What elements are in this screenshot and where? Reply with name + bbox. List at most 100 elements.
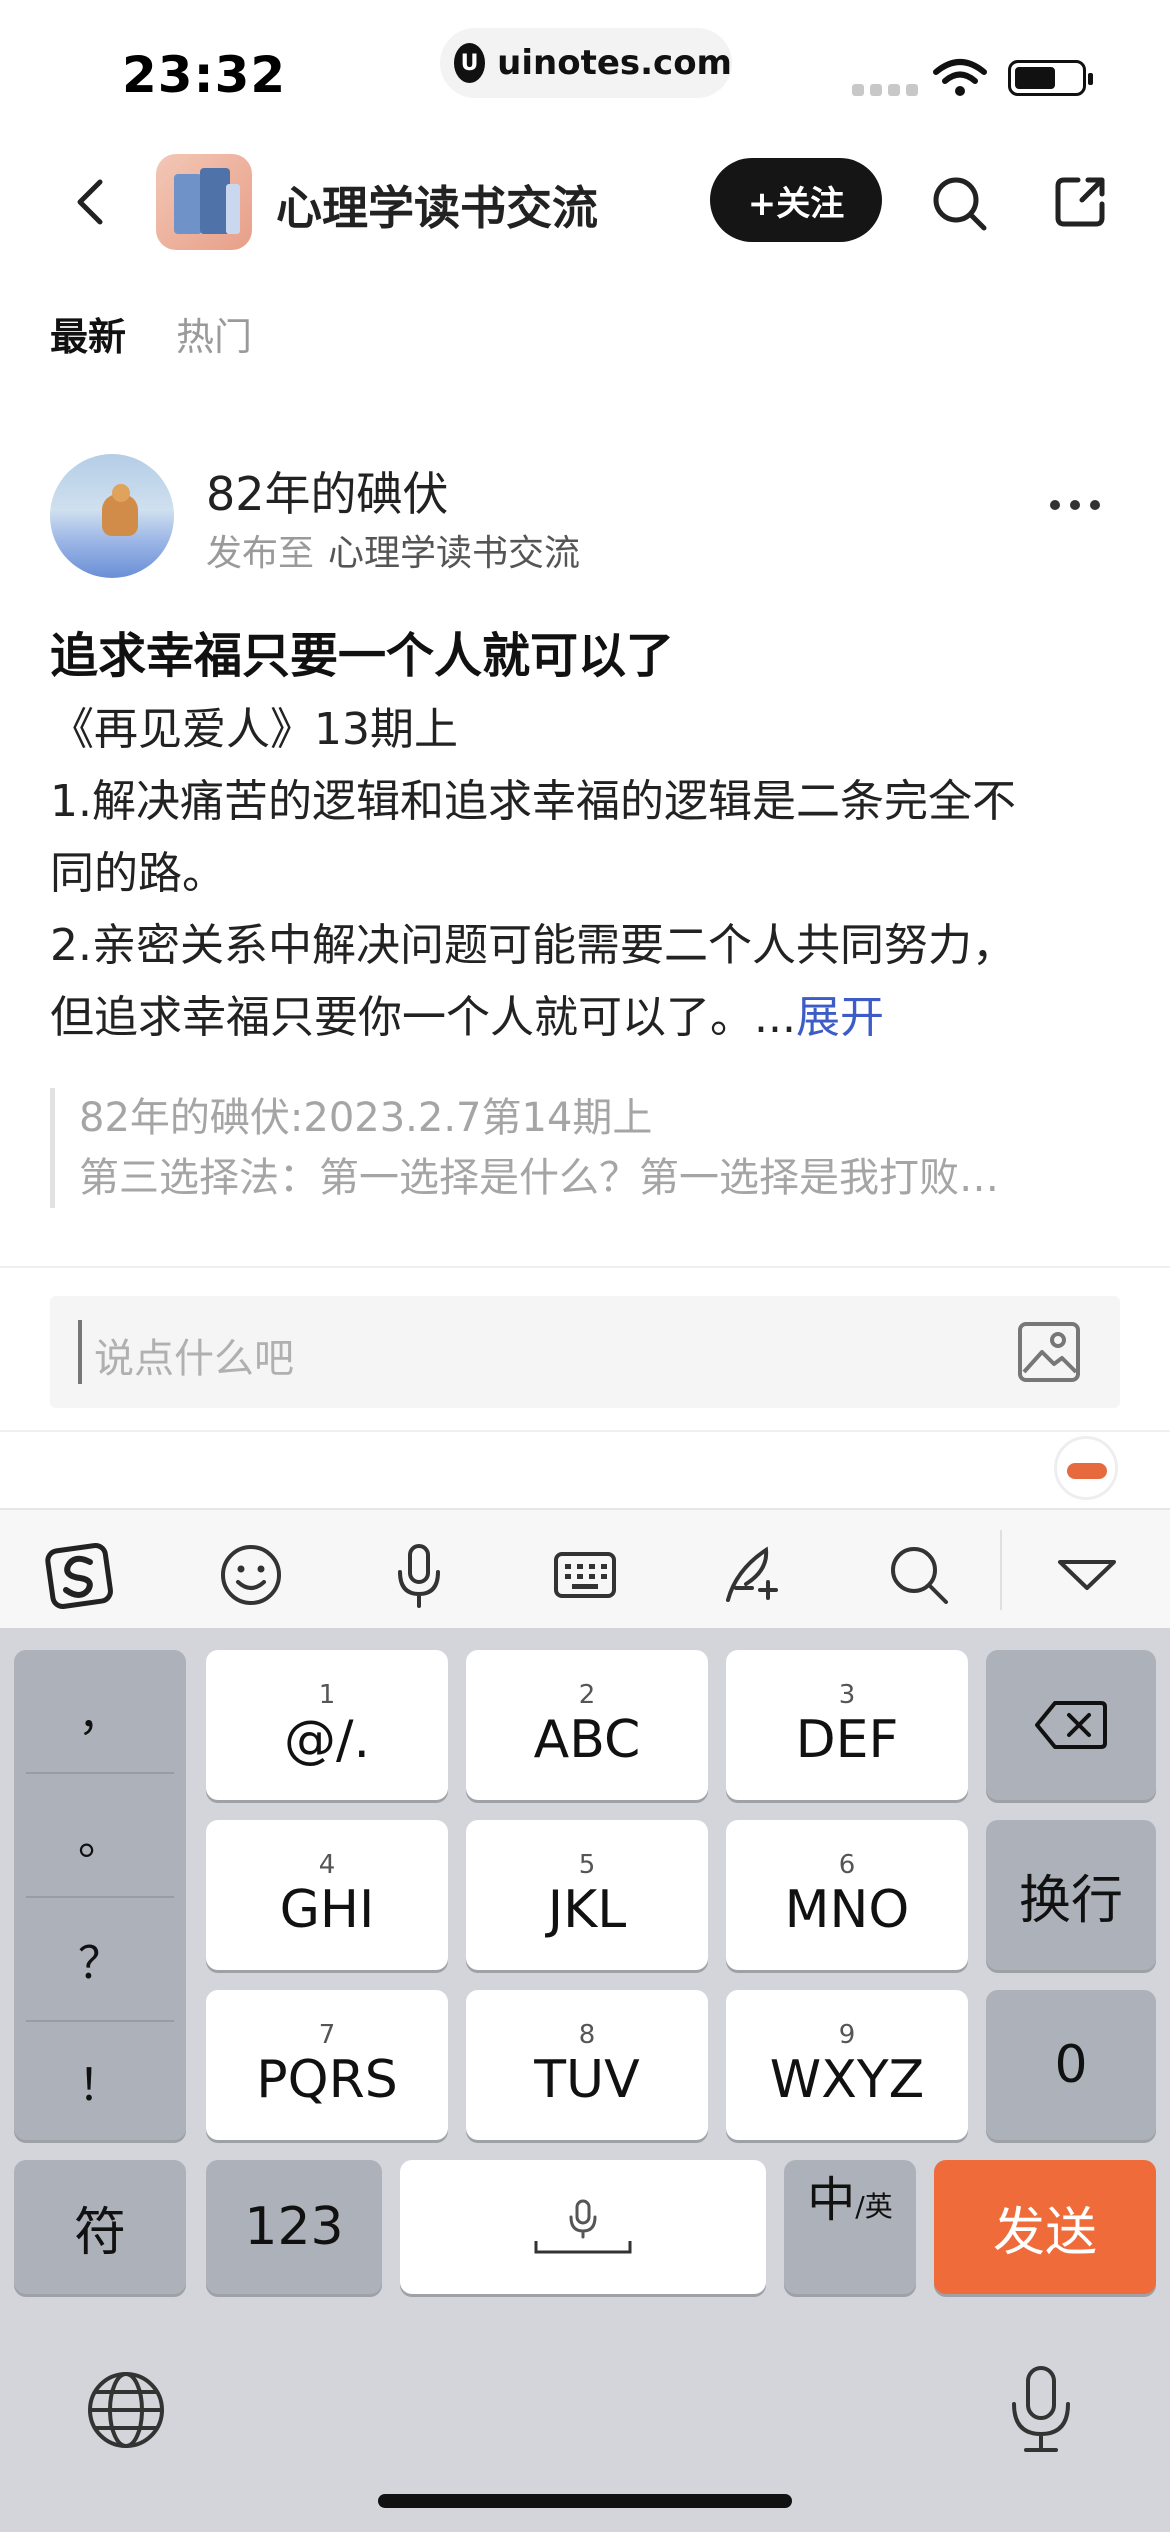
key-number: 3 bbox=[838, 1680, 856, 1710]
lang-main-label: 中 bbox=[807, 2172, 856, 2228]
punctuation-column: ， 。 ？ ！ bbox=[14, 1650, 186, 2140]
key-number: 2 bbox=[578, 1680, 596, 1710]
published-group[interactable]: 心理学读书交流 bbox=[328, 533, 580, 574]
keyboard-icon[interactable] bbox=[550, 1540, 620, 1610]
keyboard-toolbar bbox=[0, 1508, 1170, 1628]
tab-latest[interactable]: 最新 bbox=[50, 306, 126, 361]
key-5[interactable]: 5 JKL bbox=[466, 1820, 708, 1970]
url-pill[interactable]: U uinotes.com bbox=[440, 28, 732, 98]
mascot-icon[interactable] bbox=[1054, 1436, 1118, 1500]
group-title: 心理学读书交流 bbox=[276, 181, 598, 235]
follow-button[interactable]: +关注 bbox=[710, 158, 882, 242]
expand-link[interactable]: 展开 bbox=[796, 992, 884, 1043]
key-letters: MNO bbox=[784, 1880, 910, 1940]
search-icon[interactable] bbox=[930, 174, 990, 234]
send-label: 发送 bbox=[992, 2202, 1097, 2263]
key-letters: JKL bbox=[547, 1880, 627, 1940]
key-number: 4 bbox=[318, 1850, 336, 1880]
published-to: 发布至 心理学读书交流 bbox=[206, 524, 580, 576]
key-7[interactable]: 7 PQRS bbox=[206, 1990, 448, 2140]
sogou-logo-icon[interactable] bbox=[44, 1540, 114, 1610]
comment-placeholder: 说点什么吧 bbox=[94, 1336, 294, 1382]
microphone-icon[interactable] bbox=[384, 1540, 454, 1610]
key-letters: GHI bbox=[279, 1880, 375, 1940]
post-line: 2.亲密关系中解决问题可能需要二个人共同努力， bbox=[50, 920, 1016, 971]
key-number: 1 bbox=[318, 1680, 336, 1710]
published-prefix: 发布至 bbox=[206, 533, 315, 574]
space-key[interactable] bbox=[400, 2160, 766, 2294]
symbols-label: 符 bbox=[73, 2202, 126, 2263]
key-letters: TUV bbox=[534, 2050, 640, 2110]
quote-line: 第三选择法：第一选择是什么？第一选择是我打败… bbox=[79, 1155, 999, 1201]
post-line: 同的路。 bbox=[50, 848, 226, 899]
microphone-icon bbox=[569, 2199, 597, 2239]
text-caret bbox=[78, 1320, 82, 1384]
quote-line: 82年的碘伏:2023.2.7第14期上 bbox=[79, 1095, 653, 1141]
status-bar: 23:32 U uinotes.com bbox=[0, 0, 1170, 130]
author-avatar[interactable] bbox=[50, 454, 174, 578]
back-chevron-icon[interactable] bbox=[62, 172, 122, 232]
battery-icon bbox=[1008, 60, 1093, 96]
space-bar-icon bbox=[534, 2241, 632, 2254]
key-letters: PQRS bbox=[256, 2050, 398, 2110]
author-name[interactable]: 82年的碘伏 bbox=[206, 458, 449, 524]
return-key[interactable]: 换行 bbox=[986, 1820, 1156, 1970]
key-number: 8 bbox=[578, 2020, 596, 2050]
site-logo-icon: U bbox=[454, 43, 486, 83]
language-switch-key[interactable]: 中/英 bbox=[784, 2160, 916, 2294]
tab-hot[interactable]: 热门 bbox=[176, 306, 252, 361]
dictation-microphone-icon[interactable] bbox=[1006, 2364, 1076, 2454]
collapse-keyboard-icon[interactable] bbox=[1052, 1540, 1122, 1610]
numbers-label: 123 bbox=[244, 2197, 344, 2257]
post-body[interactable]: 《再见爱人》13期上 1.解决痛苦的逻辑和追求幸福的逻辑是二条完全不 同的路。 … bbox=[50, 694, 1130, 1054]
key-letters: WXYZ bbox=[769, 2050, 925, 2110]
signal-icon bbox=[852, 84, 918, 96]
symbols-key[interactable]: 符 bbox=[14, 2160, 186, 2294]
globe-icon[interactable] bbox=[84, 2368, 168, 2452]
wifi-icon bbox=[933, 59, 987, 96]
key-6[interactable]: 6 MNO bbox=[726, 1820, 968, 1970]
group-header: 心理学读书交流 +关注 bbox=[0, 150, 1170, 254]
post-title[interactable]: 追求幸福只要一个人就可以了 bbox=[50, 616, 674, 686]
toolbar-separator bbox=[1000, 1530, 1002, 1610]
key-period[interactable]: 。 bbox=[14, 1774, 186, 1896]
key-number: 6 bbox=[838, 1850, 856, 1880]
key-0[interactable]: 0 bbox=[986, 1990, 1156, 2140]
home-indicator bbox=[378, 2494, 792, 2508]
key-number: 5 bbox=[578, 1850, 596, 1880]
divider bbox=[0, 1266, 1170, 1268]
key-letters: 0 bbox=[1054, 2035, 1088, 2095]
key-letters: ABC bbox=[533, 1710, 641, 1770]
handwriting-icon[interactable] bbox=[716, 1540, 786, 1610]
key-question[interactable]: ？ bbox=[14, 1898, 186, 2020]
more-dots-icon[interactable] bbox=[1050, 500, 1100, 510]
divider bbox=[0, 1430, 1170, 1432]
key-4[interactable]: 4 GHI bbox=[206, 1820, 448, 1970]
url-text: uinotes.com bbox=[497, 43, 732, 83]
key-9[interactable]: 9 WXYZ bbox=[726, 1990, 968, 2140]
numbers-key[interactable]: 123 bbox=[206, 2160, 382, 2294]
lang-sub-label: /英 bbox=[855, 2190, 893, 2223]
key-letters: @/. bbox=[283, 1710, 371, 1770]
comment-input[interactable]: 说点什么吧 bbox=[50, 1296, 1120, 1408]
key-letters: DEF bbox=[795, 1710, 899, 1770]
share-icon[interactable] bbox=[1052, 174, 1108, 230]
emoji-icon[interactable] bbox=[216, 1540, 286, 1610]
group-avatar[interactable] bbox=[156, 154, 252, 250]
key-3[interactable]: 3 DEF bbox=[726, 1650, 968, 1800]
send-button[interactable]: 发送 bbox=[934, 2160, 1156, 2294]
keyboard: ， 。 ？ ！ 1 @/. 2 ABC 3 DEF 4 GHI 5 JKL 6 MNO 换行… bbox=[0, 1628, 1170, 2532]
backspace-icon bbox=[1035, 1701, 1107, 1749]
post-line: 但追求幸福只要你一个人就可以了。... bbox=[50, 992, 796, 1043]
key-1[interactable]: 1 @/. bbox=[206, 1650, 448, 1800]
key-exclamation[interactable]: ！ bbox=[14, 2020, 186, 2142]
backspace-key[interactable] bbox=[986, 1650, 1156, 1800]
post-line: 1.解决痛苦的逻辑和追求幸福的逻辑是二条完全不 bbox=[50, 776, 1016, 827]
quoted-comment[interactable]: 82年的碘伏:2023.2.7第14期上 第三选择法：第一选择是什么？第一选择是… bbox=[50, 1088, 1120, 1208]
image-icon[interactable] bbox=[1016, 1320, 1082, 1384]
search-icon[interactable] bbox=[884, 1540, 954, 1610]
key-comma[interactable]: ， bbox=[14, 1650, 186, 1772]
key-8[interactable]: 8 TUV bbox=[466, 1990, 708, 2140]
key-number: 7 bbox=[318, 2020, 336, 2050]
key-2[interactable]: 2 ABC bbox=[466, 1650, 708, 1800]
